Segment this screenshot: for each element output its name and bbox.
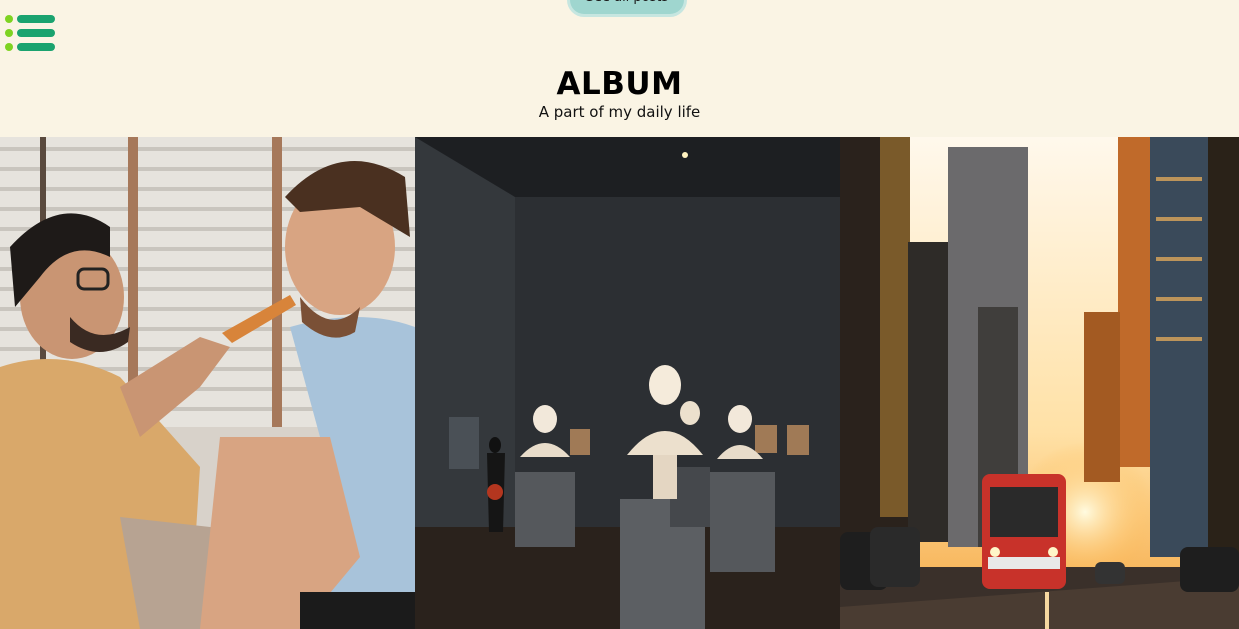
page-title: ALBUM <box>556 66 683 102</box>
list-menu-icon[interactable] <box>5 14 57 54</box>
photo-gallery <box>0 137 1239 629</box>
album-page: See all posts ALBUM A part of my daily l… <box>0 0 1239 629</box>
page-subtitle: A part of my daily life <box>538 103 701 121</box>
see-all-posts-button[interactable]: See all posts <box>570 0 684 14</box>
friends-sharing-pizza-photo[interactable] <box>0 137 415 629</box>
museum-busts-photo[interactable] <box>415 137 840 629</box>
album-header: ALBUM A part of my daily life <box>0 64 1239 120</box>
city-street-sunset-tram-photo[interactable] <box>840 137 1239 629</box>
